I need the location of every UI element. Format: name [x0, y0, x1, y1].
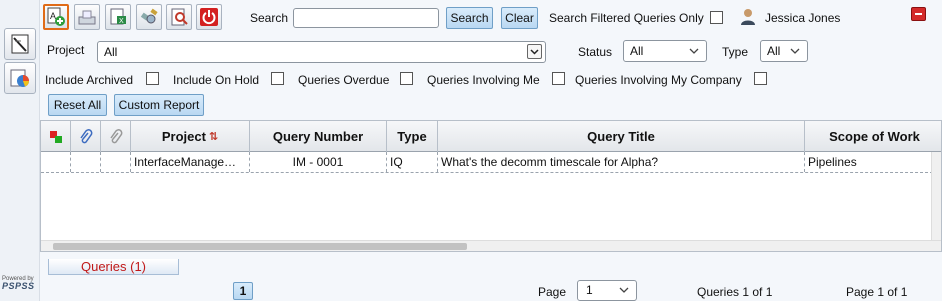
include-archived-label: Include Archived [45, 73, 134, 87]
close-panel-icon[interactable] [911, 7, 926, 21]
clear-button[interactable]: Clear [501, 7, 538, 29]
powered-by: Powered by PSPSS [2, 276, 35, 291]
horizontal-scrollbar-thumb[interactable] [53, 243, 467, 250]
project-column-label: Project [161, 129, 206, 144]
user-name: Jessica Jones [765, 11, 841, 25]
row-scope-cell: Pipelines [808, 155, 857, 169]
notes-icon[interactable] [4, 28, 36, 60]
queries-tab[interactable]: Queries (1) [48, 259, 179, 275]
type-label: Type [722, 45, 749, 59]
queries-grid: Project ⇅ Query Number Type Query Title … [40, 120, 942, 252]
report-button[interactable] [166, 4, 192, 30]
filtered-only-checkbox[interactable] [710, 11, 723, 24]
include-on-hold-label: Include On Hold [173, 73, 260, 87]
type-select-value: All [767, 44, 781, 58]
export-excel-icon: X [110, 8, 126, 25]
filtered-only-label: Search Filtered Queries Only [549, 11, 704, 25]
status-select[interactable]: All [623, 40, 707, 62]
row-flag-cell [41, 152, 71, 172]
involving-me-checkbox[interactable] [552, 72, 565, 85]
export-excel-button[interactable]: X [105, 4, 131, 30]
status-flag-icon [49, 130, 62, 143]
dashboard-chart-icon[interactable] [4, 62, 36, 94]
chevron-down-icon [789, 45, 801, 60]
queries-overdue-label: Queries Overdue [298, 73, 390, 87]
type-column-header[interactable]: Type [387, 121, 438, 152]
row-project-cell: InterfaceManage… [131, 152, 250, 172]
satellite-button[interactable] [136, 4, 162, 30]
page-1-button[interactable]: 1 [233, 282, 253, 300]
chevron-down-icon [618, 284, 630, 299]
row-query-number-cell: IM - 0001 [250, 152, 387, 172]
add-query-icon: A [47, 7, 65, 26]
project-column-header[interactable]: Project ⇅ [131, 121, 250, 152]
add-query-button[interactable]: A [43, 4, 69, 30]
status-select-value: All [630, 44, 644, 58]
link-icon [109, 128, 122, 143]
svg-text:X: X [119, 18, 124, 25]
page-count: Page 1 of 1 [846, 285, 908, 299]
power-icon [200, 8, 218, 26]
custom-report-button[interactable]: Custom Report [114, 94, 204, 116]
row-attachment-cell [71, 152, 101, 172]
involving-me-label: Queries Involving Me [427, 73, 540, 87]
chevron-down-icon [688, 45, 700, 60]
status-label: Status [578, 45, 613, 59]
logout-button[interactable] [196, 4, 222, 30]
report-icon [171, 8, 188, 26]
project-select-value: All [104, 45, 118, 59]
paperclip-icon [79, 128, 92, 143]
query-number-column-header[interactable]: Query Number [250, 121, 387, 152]
grid-header: Project ⇅ Query Number Type Query Title … [41, 121, 941, 152]
query-title-column-header[interactable]: Query Title [438, 121, 805, 152]
table-row[interactable]: InterfaceManage… IM - 0001 IQ What's the… [41, 152, 941, 173]
project-label: Project [47, 43, 85, 57]
search-button[interactable]: Search [446, 7, 493, 29]
inbox-tray-icon [78, 10, 96, 25]
row-link-cell [101, 152, 131, 172]
include-archived-checkbox[interactable] [146, 72, 159, 85]
inbox-tray-button[interactable] [74, 4, 100, 30]
row-type-cell: IQ [387, 152, 438, 172]
page-select[interactable]: 1 [577, 280, 637, 301]
row-title-cell: What's the decomm timescale for Alpha? [438, 152, 805, 172]
attachment-column[interactable] [71, 121, 101, 152]
page-select-value: 1 [586, 283, 593, 297]
chevron-down-icon [527, 44, 542, 59]
type-select[interactable]: All [760, 40, 808, 62]
satellite-icon [140, 8, 158, 24]
horizontal-scrollbar[interactable] [41, 240, 941, 251]
search-label: Search [250, 11, 289, 25]
project-select[interactable]: All [97, 41, 546, 63]
user-avatar-icon [739, 8, 757, 26]
queries-count: Queries 1 of 1 [697, 285, 773, 299]
sort-icon: ⇅ [208, 131, 219, 143]
page-label: Page [538, 285, 567, 299]
svg-text:A: A [50, 11, 56, 21]
include-on-hold-checkbox[interactable] [271, 72, 284, 85]
left-sidebar: Powered by PSPSS [0, 0, 40, 301]
reset-all-button[interactable]: Reset All [48, 94, 107, 116]
involving-company-label: Queries Involving My Company [575, 73, 742, 87]
powered-by-brand: PSPSS [2, 281, 35, 291]
link-column[interactable] [101, 121, 131, 152]
involving-company-checkbox[interactable] [754, 72, 767, 85]
search-input[interactable] [293, 8, 439, 28]
scope-column-header[interactable]: Scope of Work [805, 121, 941, 152]
vertical-scrollbar[interactable] [931, 152, 941, 242]
status-flag-column[interactable] [41, 121, 71, 152]
queries-overdue-checkbox[interactable] [400, 72, 413, 85]
